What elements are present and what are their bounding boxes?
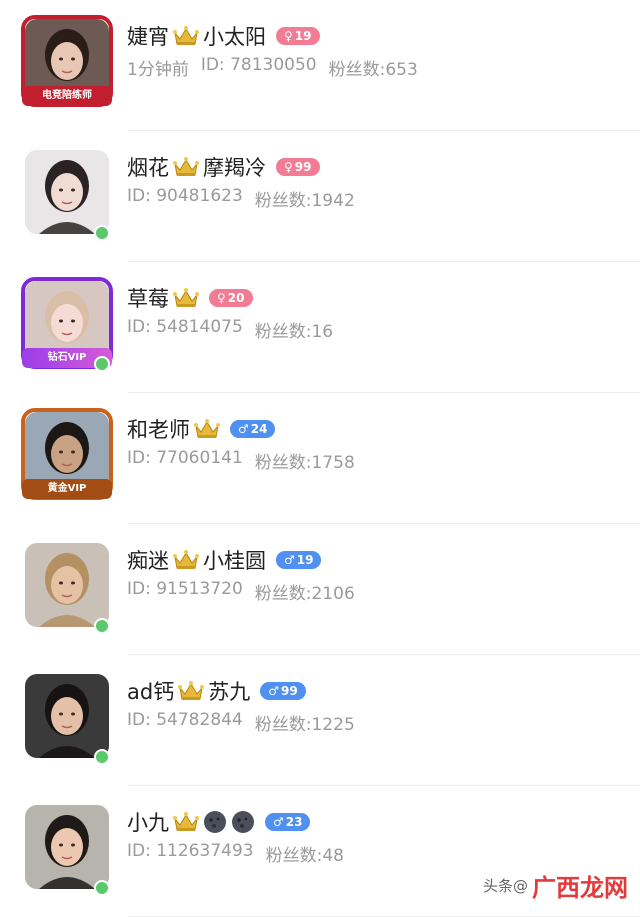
avatar[interactable] xyxy=(25,150,109,234)
gender-symbol: ♀ xyxy=(217,291,226,305)
user-id: ID: 78130050 xyxy=(200,55,317,75)
frame-label: 电竞陪练师 xyxy=(22,86,112,106)
age-value: 99 xyxy=(280,684,298,698)
gender-symbol: ♂ xyxy=(238,422,249,436)
moon-face-icon xyxy=(204,811,226,833)
user-name-line: 痴迷 小桂圆 ♂ 19 xyxy=(127,544,322,576)
gender-age-badge: ♀ 99 xyxy=(276,158,320,176)
crown-icon xyxy=(173,26,199,45)
user-meta: ID: 54782844 粉丝数:1225 xyxy=(127,710,355,735)
crown-icon xyxy=(173,812,199,831)
user-name-left: 草莓 xyxy=(127,287,169,311)
crown-icon xyxy=(194,419,220,438)
user-meta: ID: 91513720 粉丝数:2106 xyxy=(127,579,355,604)
user-name-right: 小太阳 xyxy=(203,25,266,49)
fans-count: 粉丝数:16 xyxy=(254,322,334,342)
gender-symbol: ♂ xyxy=(273,815,284,829)
watermark-brand: 广西龙网 xyxy=(532,874,628,902)
age-value: 20 xyxy=(227,291,245,305)
gender-symbol: ♀ xyxy=(284,160,293,174)
avatar-photo xyxy=(25,543,109,627)
user-meta: ID: 112637493 粉丝数:48 xyxy=(127,841,344,866)
age-value: 24 xyxy=(250,422,268,436)
user-row[interactable]: 电竞陪练师 婕宵 小太阳 ♀ 19 1分钟前 ID: 78130050 粉丝数:653 xyxy=(0,0,640,131)
last-active-time: 1分钟前 xyxy=(127,60,189,80)
fans-count: 粉丝数:1942 xyxy=(254,191,355,211)
age-value: 23 xyxy=(285,815,303,829)
online-status-dot xyxy=(94,749,110,765)
gender-age-badge: ♂ 24 xyxy=(230,420,276,438)
watermark-prefix: 头条@ xyxy=(482,877,528,895)
avatar-photo xyxy=(25,674,109,758)
crown-icon xyxy=(173,157,199,176)
user-name-line: 烟花 摩羯冷 ♀ 99 xyxy=(127,151,320,183)
gender-age-badge: ♂ 99 xyxy=(260,682,306,700)
online-status-dot xyxy=(94,880,110,896)
gender-age-badge: ♂ 23 xyxy=(265,813,311,831)
moon-face-icon xyxy=(232,811,254,833)
avatar-photo xyxy=(25,805,109,889)
user-row[interactable]: 黄金VIP 和老师 ♂ 24 ID: 77060141 粉丝数:1758 xyxy=(0,393,640,524)
user-row[interactable]: 钻石VIP 草莓 ♀ 20 ID: 54814075 粉丝数:16 xyxy=(0,262,640,393)
user-name-right: 摩羯冷 xyxy=(203,156,266,180)
gender-age-badge: ♂ 19 xyxy=(276,551,322,569)
crown-icon xyxy=(173,288,199,307)
gender-age-badge: ♀ 20 xyxy=(209,289,253,307)
user-row[interactable]: 痴迷 小桂圆 ♂ 19 ID: 91513720 粉丝数:2106 xyxy=(0,524,640,655)
gender-age-badge: ♀ 19 xyxy=(276,27,320,45)
user-name-line: 和老师 ♂ 24 xyxy=(127,413,276,445)
user-meta: ID: 90481623 粉丝数:1942 xyxy=(127,186,355,211)
user-id: ID: 90481623 xyxy=(127,186,243,206)
user-name-right: 苏九 xyxy=(208,680,251,704)
user-name-left: 痴迷 xyxy=(127,549,169,573)
age-value: 19 xyxy=(294,29,312,43)
user-row[interactable]: 烟花 摩羯冷 ♀ 99 ID: 90481623 粉丝数:1942 xyxy=(0,131,640,262)
online-status-dot xyxy=(94,225,110,241)
user-name-left: 婕宵 xyxy=(127,25,169,49)
user-name-left: 烟花 xyxy=(127,156,169,180)
user-meta: 1分钟前 ID: 78130050 粉丝数:653 xyxy=(127,55,418,80)
fans-count: 粉丝数:653 xyxy=(328,60,418,80)
gender-symbol: ♂ xyxy=(284,553,295,567)
user-name-line: 草莓 ♀ 20 xyxy=(127,282,253,314)
crown-icon xyxy=(173,550,199,569)
fans-count: 粉丝数:48 xyxy=(265,846,344,866)
user-meta: ID: 77060141 粉丝数:1758 xyxy=(127,448,355,473)
age-value: 99 xyxy=(294,160,312,174)
fans-count: 粉丝数:1758 xyxy=(254,453,355,473)
user-id: ID: 91513720 xyxy=(127,579,243,599)
user-id: ID: 54782844 xyxy=(127,710,243,730)
user-name-line: ad钙 苏九 ♂ 99 xyxy=(127,675,306,707)
online-status-dot xyxy=(94,618,110,634)
user-name-line: 小九 ♂ 23 xyxy=(127,806,311,838)
user-name-right: 小桂圆 xyxy=(203,549,266,573)
user-meta: ID: 54814075 粉丝数:16 xyxy=(127,317,333,342)
watermark: 头条@ 广西龙网 xyxy=(483,868,628,903)
online-status-dot xyxy=(94,356,110,372)
age-value: 19 xyxy=(296,553,314,567)
user-name-left: ad钙 xyxy=(127,680,175,704)
avatar[interactable] xyxy=(25,543,109,627)
user-name-left: 小九 xyxy=(127,811,169,835)
user-id: ID: 54814075 xyxy=(127,317,243,337)
user-name-line: 婕宵 小太阳 ♀ 19 xyxy=(127,20,320,52)
crown-icon xyxy=(178,681,205,700)
user-id: ID: 77060141 xyxy=(127,448,243,468)
avatar[interactable] xyxy=(25,805,109,889)
avatar[interactable] xyxy=(25,674,109,758)
avatar-photo xyxy=(25,150,109,234)
user-id: ID: 112637493 xyxy=(127,841,254,861)
gender-symbol: ♀ xyxy=(284,29,293,43)
user-name-left: 和老师 xyxy=(127,418,190,442)
user-row[interactable]: ad钙 苏九 ♂ 99 ID: 54782844 粉丝数:1225 xyxy=(0,655,640,786)
frame-label: 黄金VIP xyxy=(22,479,112,499)
gender-symbol: ♂ xyxy=(268,684,279,698)
fans-count: 粉丝数:2106 xyxy=(254,584,355,604)
fans-count: 粉丝数:1225 xyxy=(254,715,355,735)
